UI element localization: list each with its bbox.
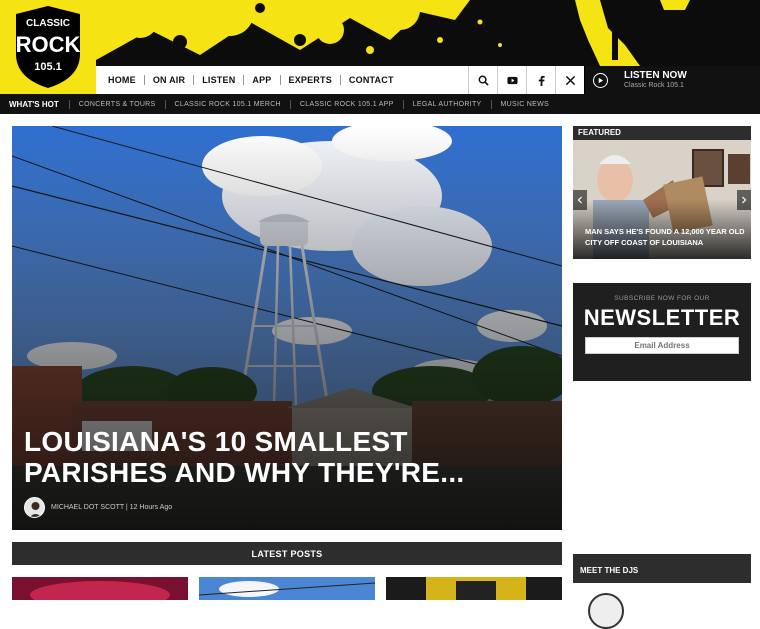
logo-frequency-text: 105.1 [34, 61, 62, 73]
featured-article[interactable]: MAN SAYS HE'S FOUND A 12,000 YEAR OLD CI… [573, 140, 751, 259]
email-field[interactable] [585, 337, 739, 354]
nav-item-app[interactable]: APP [244, 75, 281, 85]
x-icon [565, 75, 575, 85]
chevron-right-icon [742, 196, 747, 204]
newsletter-signup: SUBSCRIBE NOW FOR OUR NEWSLETTER [573, 283, 751, 381]
whats-hot-bar: WHAT'S HOT CONCERTS & TOURS CLASSIC ROCK… [0, 94, 760, 114]
site-header: CLASSIC ROCK 105.1 HOME ON AIR LISTEN AP… [0, 0, 760, 94]
listen-now-button[interactable]: LISTEN NOW Classic Rock 105.1 [585, 66, 760, 94]
listen-now-subtitle: Classic Rock 105.1 [624, 82, 684, 89]
chevron-left-icon [577, 196, 582, 204]
featured-label: FEATURED [578, 128, 621, 137]
nav-item-listen[interactable]: LISTEN [194, 75, 245, 85]
facebook-icon [538, 75, 545, 86]
header-icon-group [468, 66, 584, 94]
facebook-button[interactable] [526, 66, 555, 94]
meet-the-djs-header: MEET THE DJS [573, 554, 751, 583]
author-avatar [24, 497, 45, 518]
listen-now-text: LISTEN NOW Classic Rock 105.1 [624, 70, 687, 90]
x-button[interactable] [555, 66, 584, 94]
latest-posts-header: LATEST POSTS [12, 542, 562, 565]
latest-post-thumb-2[interactable] [199, 577, 375, 600]
hero-title[interactable]: LOUISIANA'S 10 SMALLEST PARISHES AND WHY… [24, 426, 554, 488]
header-splatter-art [0, 0, 760, 66]
nav-item-contact[interactable]: CONTACT [341, 75, 402, 85]
whats-hot-label: WHAT'S HOT [9, 99, 59, 109]
play-icon [593, 72, 608, 88]
hero-article[interactable]: LOUISIANA'S 10 SMALLEST PARISHES AND WHY… [12, 126, 562, 530]
logo-shield-icon: CLASSIC ROCK 105.1 [16, 6, 81, 88]
search-button[interactable] [468, 66, 497, 94]
hot-link-music-news[interactable]: MUSIC NEWS [490, 99, 559, 109]
newsletter-title: NEWSLETTER [583, 305, 741, 330]
featured-next-arrow[interactable] [737, 190, 751, 210]
logo-top-text: CLASSIC [26, 18, 70, 29]
youtube-button[interactable] [497, 66, 526, 94]
latest-post-thumb-3[interactable] [386, 577, 562, 600]
main-nav: HOME ON AIR LISTEN APP EXPERTS CONTACT [96, 66, 468, 94]
nav-item-experts[interactable]: EXPERTS [281, 75, 341, 85]
hot-link-app[interactable]: CLASSIC ROCK 105.1 APP [289, 99, 403, 109]
search-icon [478, 75, 489, 86]
youtube-icon [506, 76, 518, 84]
listen-now-title: LISTEN NOW [624, 70, 687, 81]
nav-item-home[interactable]: HOME [100, 75, 145, 85]
hot-link-merch[interactable]: CLASSIC ROCK 105.1 MERCH [164, 99, 290, 109]
featured-prev-arrow[interactable] [573, 190, 587, 210]
meet-the-djs-label: MEET THE DJS [580, 566, 639, 575]
featured-header: FEATURED [573, 126, 751, 140]
latest-posts-label: LATEST POSTS [251, 548, 323, 559]
hero-author: MICHAEL DOT SCOTT | 12 Hours Ago [24, 497, 172, 518]
logo-main-text: ROCK [16, 32, 81, 57]
hero-byline: MICHAEL DOT SCOTT | 12 Hours Ago [51, 504, 173, 511]
dj-avatar[interactable] [588, 593, 624, 629]
latest-post-thumb-1[interactable] [12, 577, 188, 600]
newsletter-subtitle: SUBSCRIBE NOW FOR OUR [614, 295, 710, 302]
hot-link-concerts[interactable]: CONCERTS & TOURS [68, 99, 165, 109]
hot-link-legal-authority[interactable]: LEGAL AUTHORITY [402, 99, 491, 109]
station-logo[interactable]: CLASSIC ROCK 105.1 [0, 0, 96, 94]
nav-item-on-air[interactable]: ON AIR [145, 75, 195, 85]
featured-caption[interactable]: MAN SAYS HE'S FOUND A 12,000 YEAR OLD CI… [585, 226, 745, 248]
